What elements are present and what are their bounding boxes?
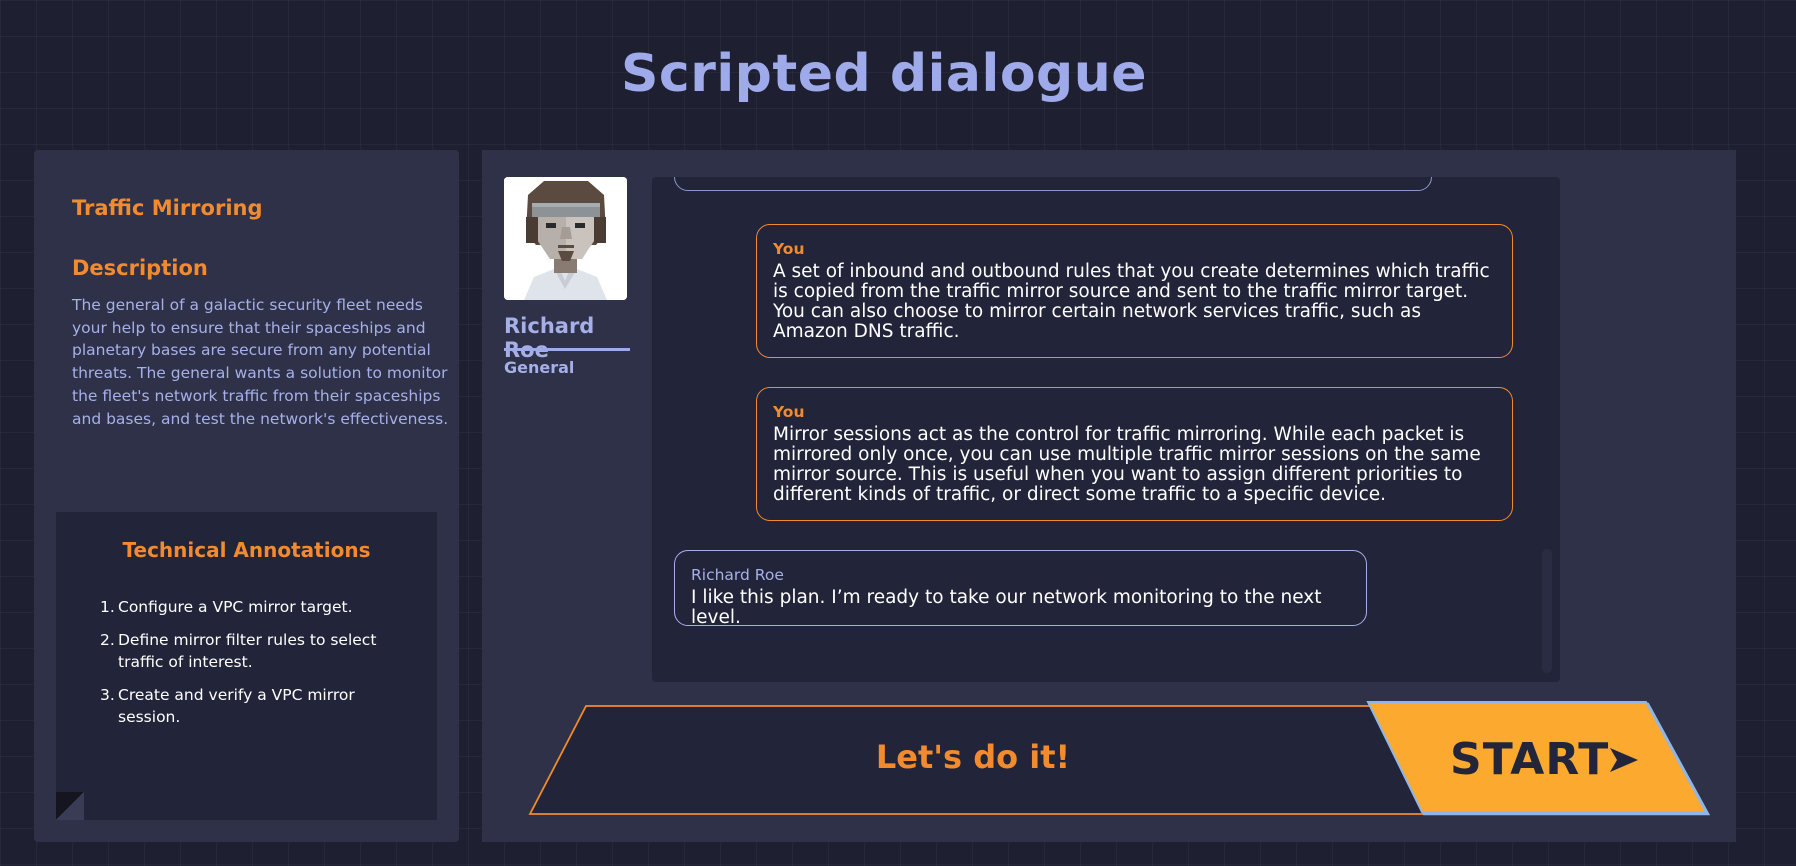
start-button-label[interactable]: START: [1450, 734, 1609, 785]
description-heading: Description: [72, 256, 208, 280]
annotations-title: Technical Annotations: [122, 538, 371, 562]
technical-annotations-box: Technical Annotations 1. Configure a VPC…: [56, 512, 437, 820]
annotation-number: 2.: [100, 631, 115, 649]
annotation-number: 3.: [100, 686, 115, 704]
page-fold-icon: [56, 792, 84, 820]
character-role: General: [504, 358, 575, 377]
annotation-text: Create and verify a VPC mirror session.: [118, 686, 355, 726]
chat-scrollbar[interactable]: [1542, 549, 1552, 673]
message-speaker: You: [773, 240, 805, 258]
scenario-panel: Traffic Mirroring Description The genera…: [34, 150, 459, 842]
annotation-text: Define mirror filter rules to select tra…: [118, 631, 377, 671]
character-message: Richard Roe I like this plan. I’m ready …: [674, 550, 1367, 628]
send-arrow-icon[interactable]: [1608, 746, 1640, 774]
page-title: Scripted dialogue: [620, 44, 1148, 104]
previous-message-bubble: [674, 177, 1432, 191]
message-speaker: You: [773, 403, 805, 421]
annotations-list: 1. Configure a VPC mirror target. 2. Def…: [100, 596, 420, 739]
annotation-number: 1.: [100, 598, 115, 616]
message-speaker: Richard Roe: [691, 566, 784, 584]
chat-transcript[interactable]: You A set of inbound and outbound rules …: [652, 177, 1560, 682]
character-name: Richard Roe: [504, 314, 595, 362]
annotation-item: 3. Create and verify a VPC mirror sessio…: [100, 684, 420, 728]
player-message: You A set of inbound and outbound rules …: [756, 224, 1513, 358]
topic-title: Traffic Mirroring: [72, 196, 263, 220]
annotation-item: 2. Define mirror filter rules to select …: [100, 629, 420, 673]
description-text: The general of a galactic security fleet…: [72, 296, 449, 428]
annotation-item: 1. Configure a VPC mirror target.: [100, 596, 420, 618]
message-text: I like this plan. I’m ready to take our …: [691, 587, 1322, 628]
character-name-underline: [504, 348, 630, 351]
character-avatar: [504, 177, 627, 300]
message-text: Mirror sessions act as the control for t…: [773, 424, 1481, 505]
message-text: A set of inbound and outbound rules that…: [773, 261, 1490, 342]
character-portrait-icon: [504, 177, 627, 300]
annotation-text: Configure a VPC mirror target.: [118, 598, 353, 616]
player-message: You Mirror sessions act as the control f…: [756, 387, 1513, 521]
dialogue-panel: Richard Roe General You A set of inbound…: [482, 150, 1736, 842]
response-prompt-text: Let's do it!: [875, 738, 1071, 776]
